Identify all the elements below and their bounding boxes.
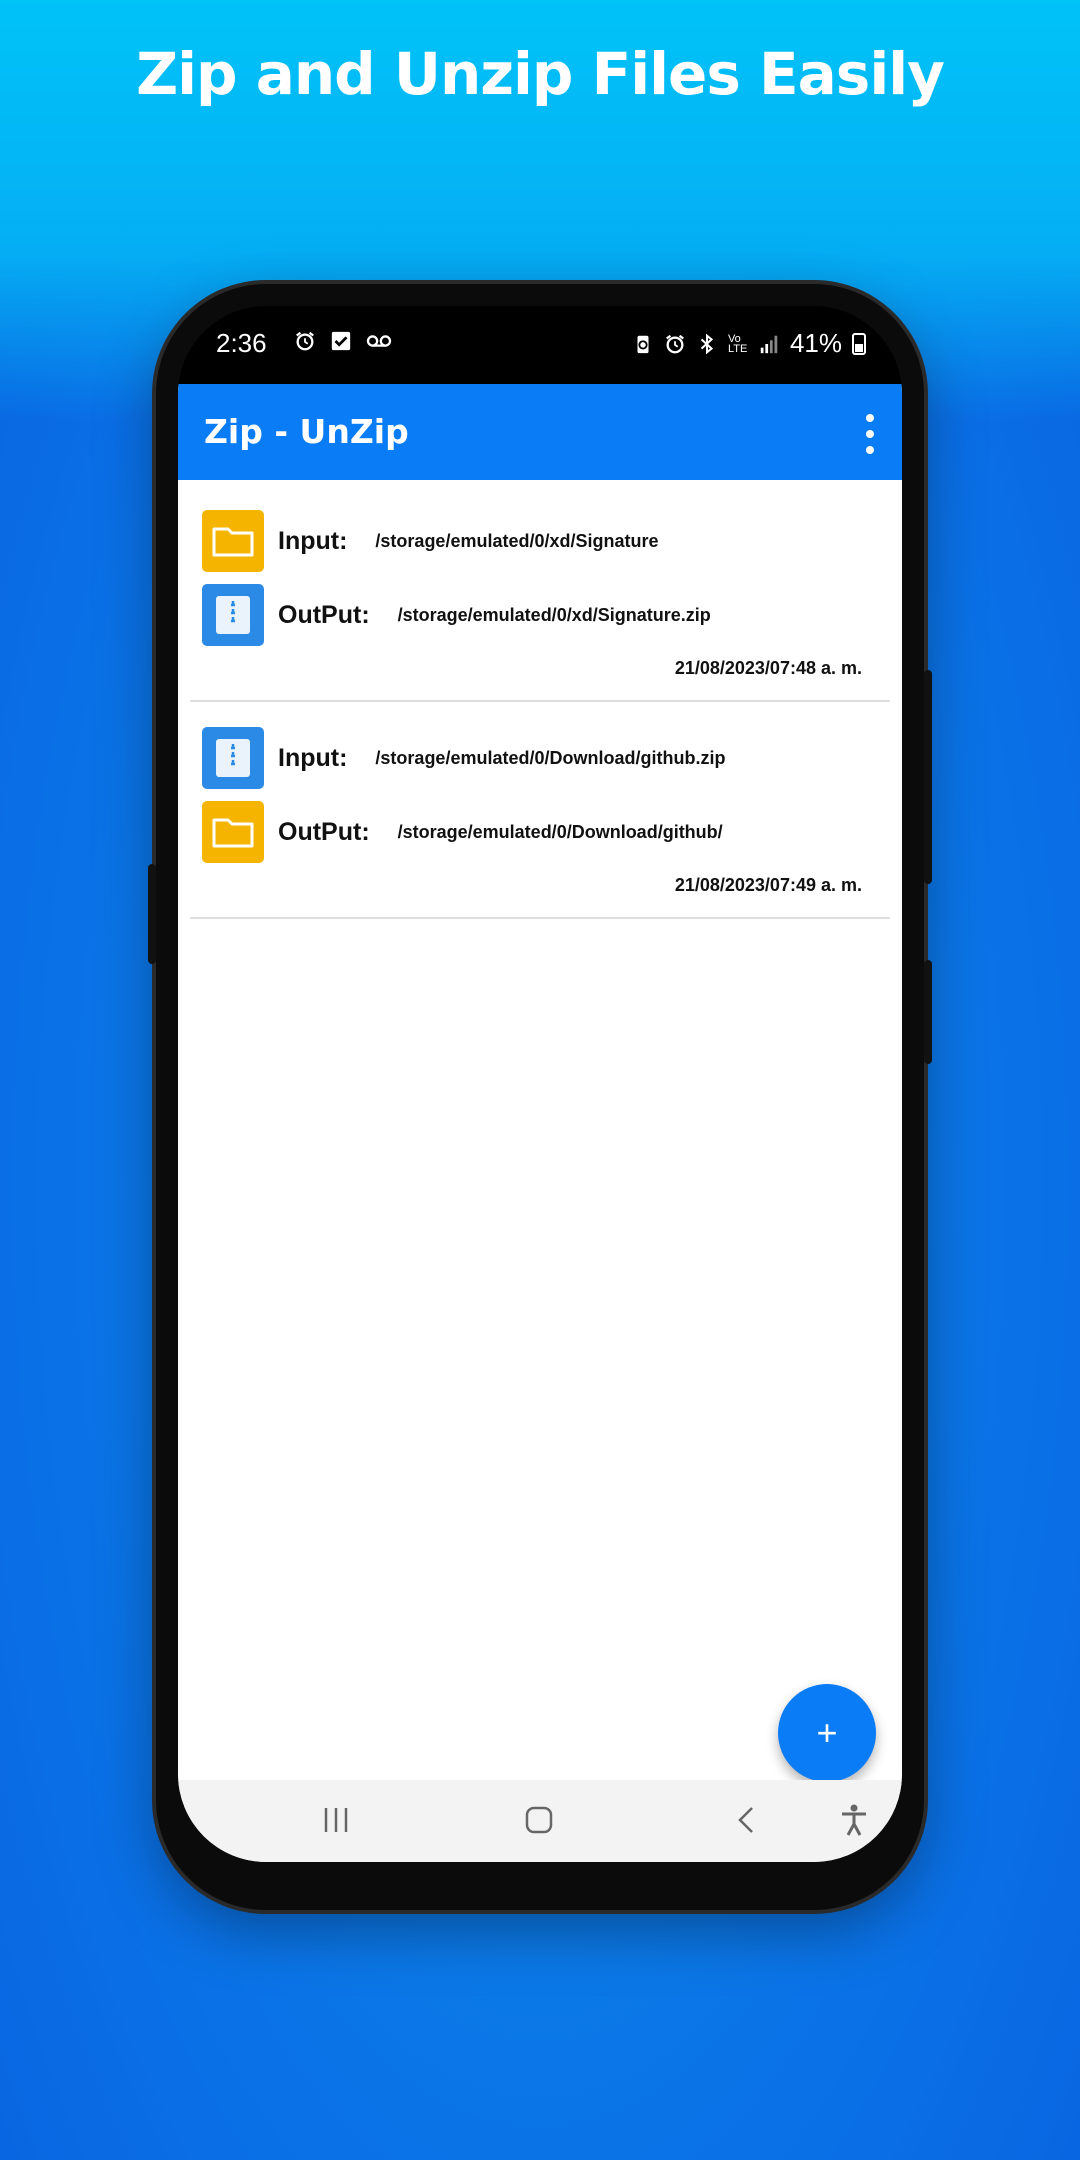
signal-icon xyxy=(760,335,778,353)
input-row: Input: /storage/emulated/0/Download/gith… xyxy=(202,727,725,789)
dot xyxy=(866,446,874,454)
overflow-menu-button[interactable] xyxy=(860,414,880,454)
add-button[interactable]: + xyxy=(778,1684,876,1782)
output-label: OutPut: xyxy=(278,600,370,629)
status-bar: 2:36 Vo LTE 41% xyxy=(178,306,902,388)
battery-percent: 41% xyxy=(789,328,842,358)
input-label: Input: xyxy=(278,743,348,772)
output-row: OutPut: /storage/emulated/0/Download/git… xyxy=(202,801,723,863)
battery-saver-icon xyxy=(637,335,649,353)
app-window: Zip - UnZip Input: /storage/emulated/0/x… xyxy=(178,384,902,1862)
voicemail-icon xyxy=(366,335,392,347)
zip-file-icon xyxy=(202,727,264,789)
bluetooth-icon xyxy=(700,333,714,354)
input-path: /storage/emulated/0/xd/Signature xyxy=(375,530,659,551)
system-nav-bar xyxy=(178,1780,902,1862)
output-label: OutPut: xyxy=(278,817,370,846)
folder-icon xyxy=(202,801,264,863)
folder-icon xyxy=(202,510,264,572)
volume-button xyxy=(148,864,156,964)
input-label: Input: xyxy=(278,526,348,555)
alarm-icon xyxy=(666,334,684,353)
status-time: 2:36 xyxy=(216,328,267,358)
side-key xyxy=(924,960,932,1064)
dot xyxy=(866,414,874,422)
history-entry[interactable]: Input: /storage/emulated/0/xd/Signature … xyxy=(178,480,902,698)
dot xyxy=(866,430,874,438)
input-row: Input: /storage/emulated/0/xd/Signature xyxy=(202,510,659,572)
output-row: OutPut: /storage/emulated/0/xd/Signature… xyxy=(202,584,711,646)
battery-icon xyxy=(852,332,866,355)
phone-frame: 2:36 Vo LTE 41% Zip - UnZip Input: /stor… xyxy=(148,284,932,1910)
app-title: Zip - UnZip xyxy=(204,412,409,451)
volte-icon: Vo LTE xyxy=(727,332,748,355)
input-path: /storage/emulated/0/Download/github.zip xyxy=(375,747,726,768)
divider xyxy=(190,917,890,919)
checkbox-icon xyxy=(331,331,351,351)
back-icon[interactable] xyxy=(726,1800,766,1840)
power-button xyxy=(924,670,932,884)
zip-file-icon xyxy=(202,584,264,646)
output-path: /storage/emulated/0/Download/github/ xyxy=(397,821,723,842)
phone-screen: 2:36 Vo LTE 41% Zip - UnZip Input: /stor… xyxy=(178,306,902,1862)
home-icon[interactable] xyxy=(519,1800,559,1840)
app-bar: Zip - UnZip xyxy=(178,384,902,480)
accessibility-icon[interactable] xyxy=(834,1800,874,1840)
output-path: /storage/emulated/0/xd/Signature.zip xyxy=(397,604,711,625)
entry-date: 21/08/2023/07:48 a. m. xyxy=(674,658,862,678)
history-entry[interactable]: Input: /storage/emulated/0/Download/gith… xyxy=(178,697,902,915)
recents-icon[interactable] xyxy=(316,1800,356,1840)
plus-icon: + xyxy=(816,1712,838,1753)
entry-date: 21/08/2023/07:49 a. m. xyxy=(674,875,862,895)
promo-headline: Zip and Unzip Files Easily xyxy=(136,40,945,108)
alarm-icon xyxy=(296,331,314,351)
